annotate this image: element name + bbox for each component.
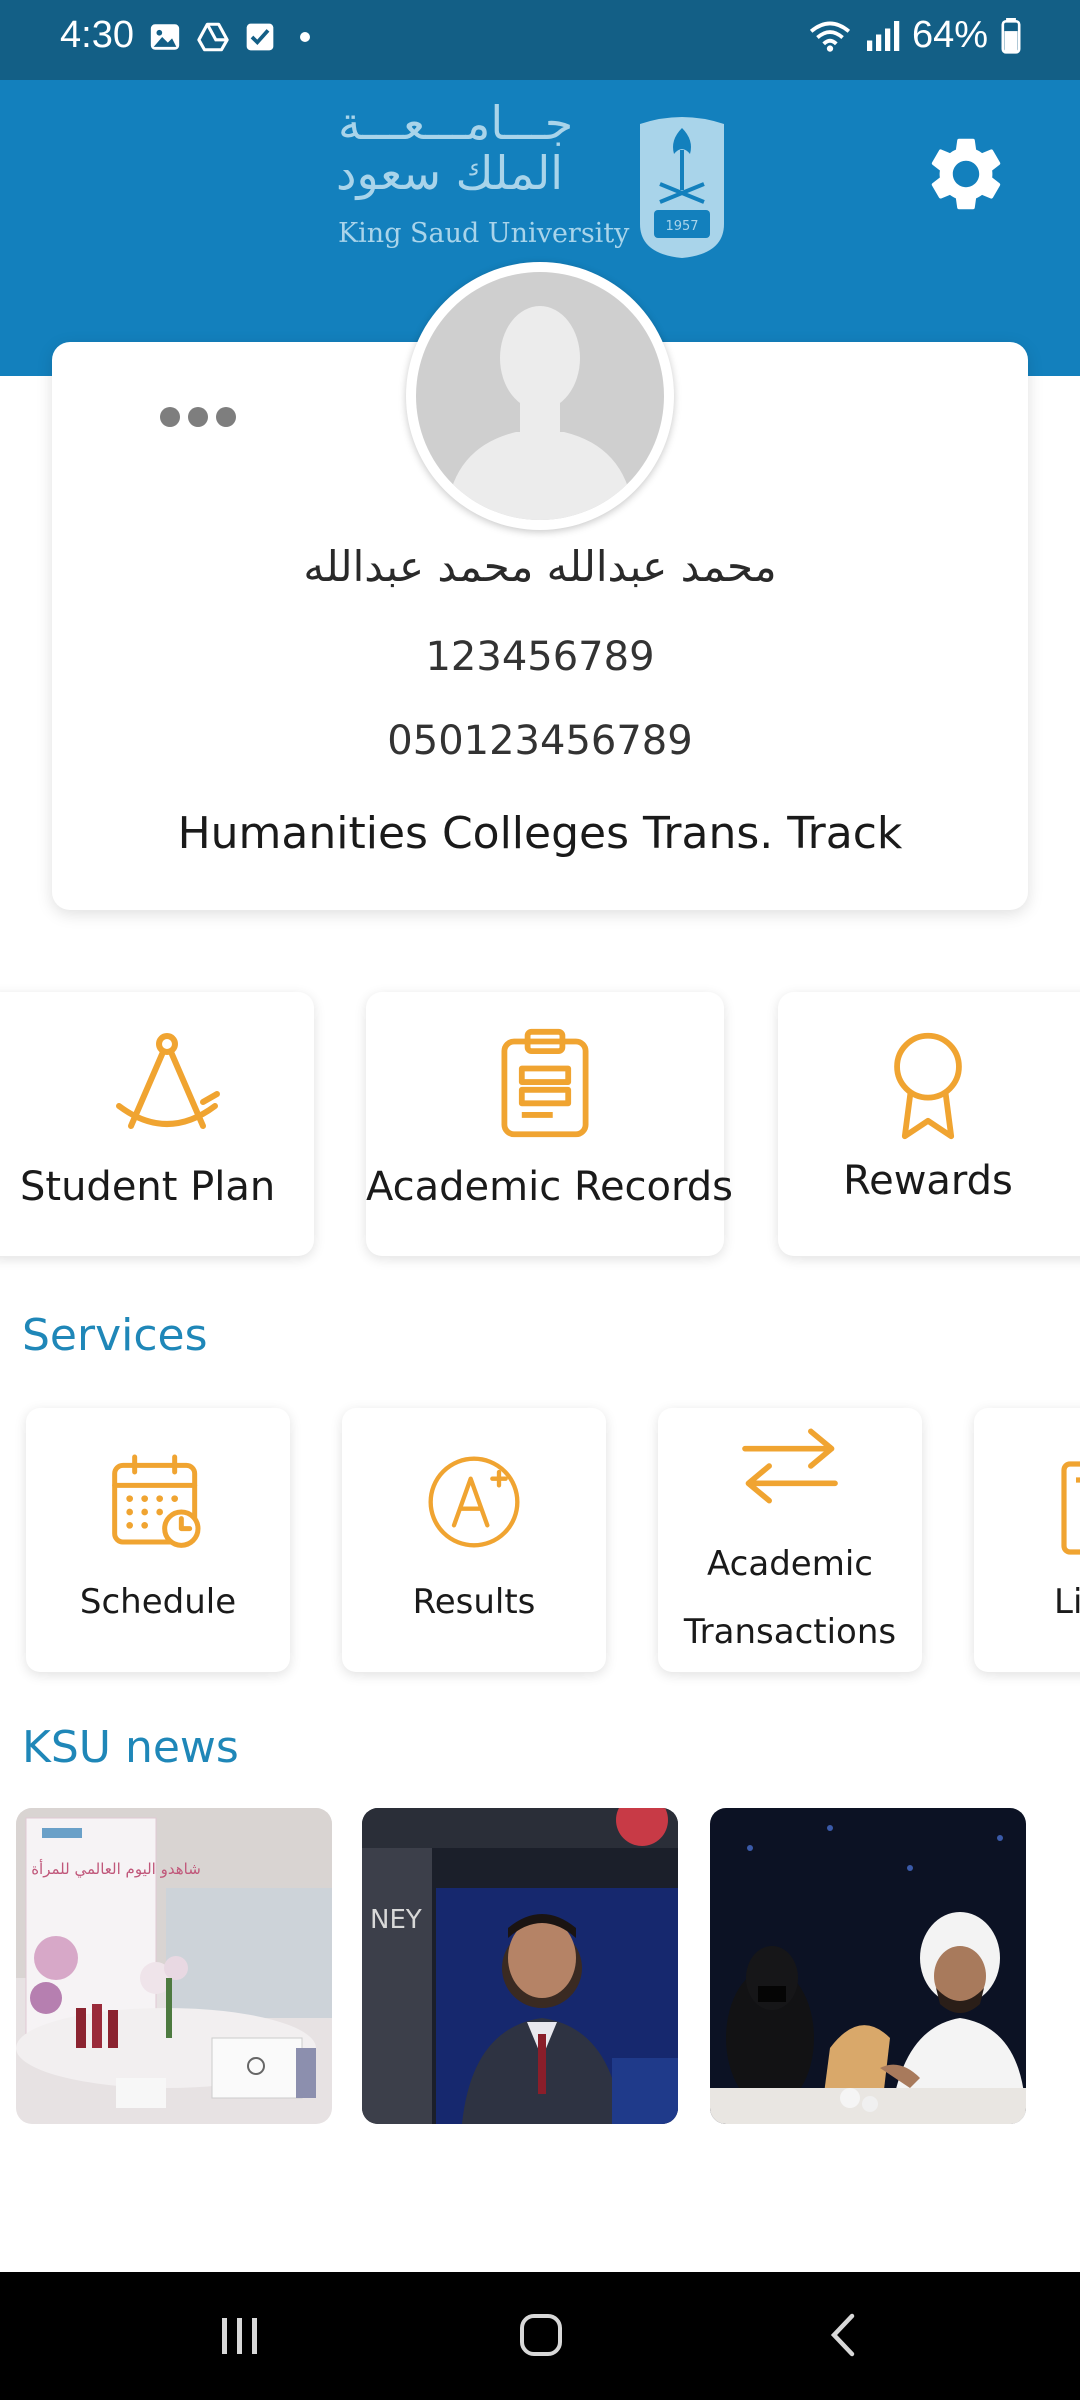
logo-english: King Saud University (338, 218, 630, 249)
status-bar: 4:30 64% (0, 0, 1080, 80)
news-banner-text: شاهدو اليوم العالمي للمرأة (31, 1859, 201, 1879)
compass-icon (116, 1033, 220, 1129)
more-dot (216, 407, 236, 427)
recent-apps-icon[interactable] (218, 2314, 262, 2358)
dot-icon (300, 32, 310, 42)
student-plan-tile[interactable]: Student Plan (0, 992, 314, 1256)
status-right: 64% (808, 14, 1022, 57)
results-label: Results (412, 1582, 536, 1622)
academic-transactions-tile[interactable]: Academic Transactions (658, 1408, 922, 1672)
academic-records-label: Academic Records (366, 1164, 733, 1210)
results-tile[interactable]: Results (342, 1408, 606, 1672)
schedule-tile[interactable]: Schedule (26, 1408, 290, 1672)
academic-transactions-label-line2: Transactions (683, 1612, 897, 1652)
ksu-emblem-icon: 1957 (640, 117, 724, 258)
battery-icon (1001, 17, 1021, 54)
person-silhouette-icon (446, 306, 634, 520)
home-icon[interactable] (518, 2312, 564, 2358)
library-icon (1061, 1461, 1080, 1555)
library-label: Li (1054, 1582, 1080, 1622)
news-image-3 (710, 1808, 1026, 2124)
emblem-year: 1957 (665, 219, 698, 234)
award-icon (894, 1032, 962, 1140)
academic-transactions-label-line1: Academic (707, 1544, 873, 1584)
more-dot (188, 407, 208, 427)
student-name: محمد عبدالله محمد عبدالله (303, 542, 777, 591)
status-notification-icons (148, 20, 320, 54)
battery-percentage: 64% (911, 14, 988, 56)
schedule-label: Schedule (79, 1582, 237, 1622)
back-icon[interactable] (826, 2312, 860, 2358)
wifi-icon (809, 21, 851, 52)
student-track: Humanities Colleges Trans. Track (177, 808, 903, 859)
avatar-placeholder (416, 272, 664, 520)
ksu-logo: جـــامـــعـــة الملك سعود King Saud Univ… (334, 96, 734, 258)
tasks-icon (246, 23, 274, 51)
drive-icon (197, 22, 229, 52)
student-phone: 050123456789 (387, 718, 693, 764)
more-dot (160, 407, 180, 427)
logo-arabic-line2: الملك سعود (336, 146, 563, 200)
transfer-arrows-icon (742, 1428, 838, 1504)
settings-gear-icon[interactable] (922, 130, 1010, 218)
news-image-2: NEY (362, 1808, 678, 2124)
status-time: 4:30 (60, 14, 134, 56)
gallery-icon (150, 24, 180, 50)
news-image-1: شاهدو اليوم العالمي للمرأة (16, 1808, 332, 2124)
logo-arabic-line1: جـــامـــعـــة (338, 96, 574, 150)
news-card-2[interactable]: NEY (362, 1808, 678, 2124)
rewards-tile[interactable]: Rewards (778, 992, 1080, 1256)
news-card-3[interactable] (710, 1808, 1026, 2124)
news-card-1[interactable]: شاهدو اليوم العالمي للمرأة (16, 1808, 332, 2124)
news-screen-text: NEY (370, 1905, 422, 1935)
system-navigation-bar (0, 2272, 1080, 2400)
signal-icon (866, 20, 900, 51)
clipboard-icon (501, 1028, 589, 1138)
ksu-news-title: KSU news (22, 1722, 239, 1773)
student-id: 123456789 (425, 634, 655, 680)
services-title: Services (22, 1310, 208, 1361)
library-tile[interactable]: Li (974, 1408, 1080, 1672)
student-plan-label: Student Plan (20, 1164, 276, 1210)
avatar[interactable] (406, 262, 674, 530)
calendar-clock-icon (112, 1454, 201, 1548)
academic-records-tile[interactable]: Academic Records (366, 992, 733, 1256)
more-options-button[interactable] (160, 402, 240, 432)
rewards-label: Rewards (843, 1158, 1013, 1204)
grade-a-plus-icon (428, 1456, 520, 1548)
